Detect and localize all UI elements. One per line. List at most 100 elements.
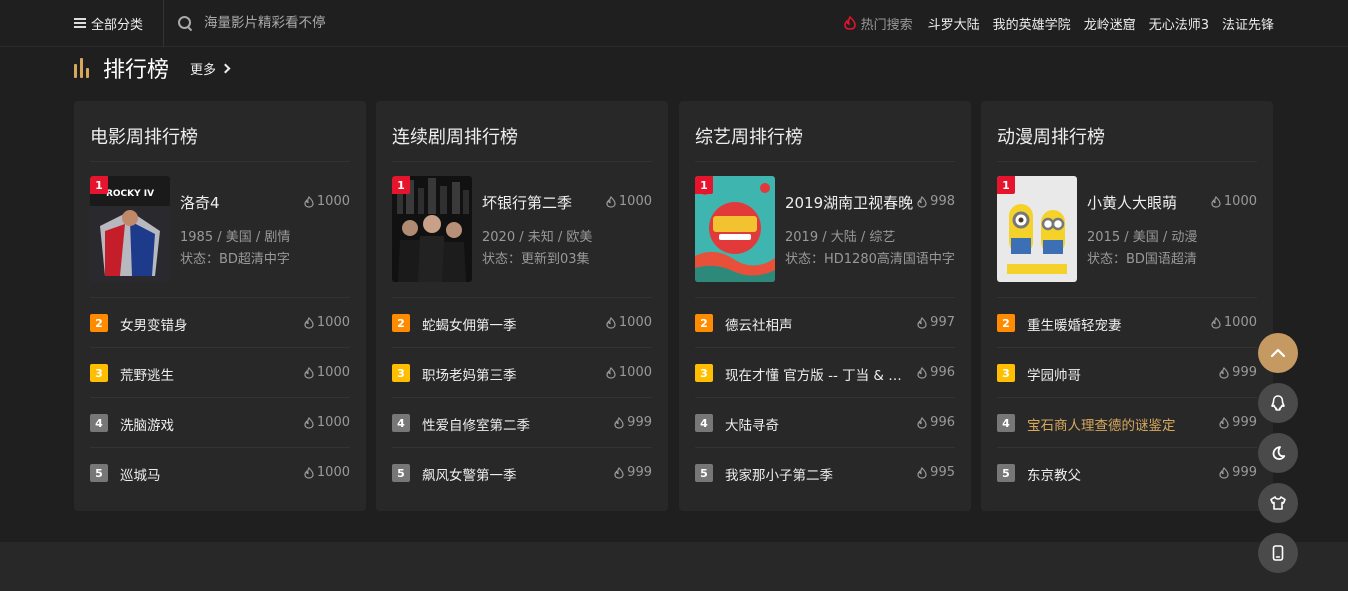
flame-icon (917, 466, 927, 479)
row-title[interactable]: 德云社相声 (725, 314, 905, 334)
row-title[interactable]: 洗脑游戏 (120, 414, 300, 434)
rank-row[interactable]: 2 德云社相声 997 (695, 298, 955, 348)
heat-value: 1000 (316, 365, 350, 380)
row-title[interactable]: 性爱自修室第二季 (422, 414, 602, 434)
heat-count: 999 (1219, 365, 1257, 380)
hot-link[interactable]: 法证先锋 (1222, 14, 1274, 33)
row-title[interactable]: 职场老妈第三季 (422, 364, 602, 384)
rank-row[interactable]: 5 东京教父 999 (997, 448, 1257, 498)
flame-icon (1219, 366, 1229, 379)
hot-search: 热门搜索 斗罗大陆 我的英雄学院 龙岭迷窟 无心法师3 法证先锋 (843, 13, 1274, 33)
row-title[interactable]: 荒野逃生 (120, 364, 300, 384)
top1-title[interactable]: 坏银行第二季 (482, 192, 612, 213)
heat-count: 999 (1219, 415, 1257, 430)
top1-title[interactable]: 小黄人大眼萌 (1087, 192, 1217, 213)
rank-badge: 5 (695, 464, 713, 482)
top1-status: 状态：HD1280高清国语中字 (785, 252, 955, 267)
rank-badge: 3 (392, 364, 410, 382)
row-title[interactable]: 重生暖婚轻宠妻 (1027, 314, 1207, 334)
mobile-button[interactable] (1258, 533, 1298, 573)
top1-item[interactable]: ROCKY IV 1 洛奇4 1000 1985 / 美国 / 剧情 状态：BD… (90, 162, 350, 298)
top1-title[interactable]: 洛奇4 (180, 192, 310, 213)
heat-count: 1000 (1211, 315, 1257, 330)
rank-row[interactable]: 4 洗脑游戏 1000 (90, 398, 350, 448)
rank-row[interactable]: 4 性爱自修室第二季 999 (392, 398, 652, 448)
heat-value: 997 (930, 315, 955, 330)
row-title[interactable]: 巡城马 (120, 464, 300, 484)
rank-badge: 2 (695, 314, 713, 332)
row-title[interactable]: 女男变错身 (120, 314, 300, 334)
menu-icon (74, 18, 86, 28)
search-box[interactable] (178, 13, 438, 33)
heat-value: 1000 (316, 194, 350, 209)
rank-badge: 4 (90, 414, 108, 432)
rank-row[interactable]: 3 现在才懂 官方版 -- 丁当 & 吴克群 996 (695, 348, 955, 398)
rank-row[interactable]: 3 荒野逃生 1000 (90, 348, 350, 398)
poster-image[interactable]: 1 (997, 176, 1077, 282)
top1-meta: 2015 / 美国 / 动漫 (1087, 230, 1198, 245)
rank-badge: 1 (997, 176, 1015, 194)
heat-value: 1000 (1223, 315, 1257, 330)
heat-value: 998 (930, 194, 955, 209)
rank-row[interactable]: 5 巡城马 1000 (90, 448, 350, 498)
heat-count: 1000 (1211, 194, 1257, 209)
poster-image[interactable]: 1 (695, 176, 775, 282)
row-title[interactable]: 现在才懂 官方版 -- 丁当 & 吴克群 (725, 364, 905, 384)
rank-badge: 4 (997, 414, 1015, 432)
rank-row[interactable]: 2 重生暖婚轻宠妻 1000 (997, 298, 1257, 348)
heat-count: 1000 (606, 194, 652, 209)
rank-row[interactable]: 3 职场老妈第三季 1000 (392, 348, 652, 398)
chart-bars-icon (74, 58, 95, 78)
search-input[interactable] (204, 15, 424, 31)
more-label: 更多 (190, 62, 217, 78)
hot-link[interactable]: 我的英雄学院 (993, 14, 1071, 33)
search-icon[interactable] (178, 15, 193, 31)
heat-count: 1000 (304, 415, 350, 430)
flame-icon (1211, 316, 1221, 329)
rank-row[interactable]: 5 飙风女警第一季 999 (392, 448, 652, 498)
row-title[interactable]: 东京教父 (1027, 464, 1207, 484)
top1-status: 状态：更新到03集 (482, 252, 590, 267)
heat-count: 1000 (606, 365, 652, 380)
flame-icon (606, 195, 616, 208)
hot-link[interactable]: 龙岭迷窟 (1084, 14, 1136, 33)
heat-count: 1000 (606, 315, 652, 330)
heat-value: 1000 (316, 465, 350, 480)
top1-item[interactable]: 1 坏银行第二季 1000 2020 / 未知 / 欧美 状态：更新到03集 (392, 162, 652, 298)
hot-link[interactable]: 斗罗大陆 (928, 14, 980, 33)
dark-mode-button[interactable] (1258, 433, 1298, 473)
back-to-top-button[interactable] (1258, 333, 1298, 373)
more-link[interactable]: 更多 (190, 59, 231, 78)
rank-row[interactable]: 4 宝石商人理查德的谜鉴定 999 (997, 398, 1257, 448)
poster-image[interactable]: ROCKY IV 1 (90, 176, 170, 282)
rank-row[interactable]: 4 大陆寻奇 996 (695, 398, 955, 448)
ranking-card-anime: 动漫周排行榜 1 小黄人大眼萌 1000 2015 / 美国 / 动漫 状态：B… (981, 101, 1273, 511)
flame-icon (304, 366, 314, 379)
heat-value: 1000 (316, 315, 350, 330)
rank-row[interactable]: 2 蛇蝎女佣第一季 1000 (392, 298, 652, 348)
top1-meta: 2020 / 未知 / 欧美 (482, 230, 593, 245)
rank-row[interactable]: 2 女男变错身 1000 (90, 298, 350, 348)
heat-value: 1000 (316, 415, 350, 430)
top1-item[interactable]: 1 2019湖南卫视春晚 998 2019 / 大陆 / 综艺 状态：HD128… (695, 162, 955, 298)
poster-image[interactable]: 1 (392, 176, 472, 282)
top1-title[interactable]: 2019湖南卫视春晚 (785, 192, 915, 213)
qq-button[interactable] (1258, 383, 1298, 423)
theme-button[interactable] (1258, 483, 1298, 523)
row-title[interactable]: 蛇蝎女佣第一季 (422, 314, 602, 334)
rank-row[interactable]: 3 学园帅哥 999 (997, 348, 1257, 398)
flame-icon (917, 316, 927, 329)
top1-item[interactable]: 1 小黄人大眼萌 1000 2015 / 美国 / 动漫 状态：BD国语超清 (997, 162, 1257, 298)
rank-badge: 3 (90, 364, 108, 382)
row-title[interactable]: 大陆寻奇 (725, 414, 905, 434)
row-title[interactable]: 学园帅哥 (1027, 364, 1207, 384)
row-title[interactable]: 飙风女警第一季 (422, 464, 602, 484)
flame-icon (917, 195, 927, 208)
rank-row[interactable]: 5 我家那小子第二季 995 (695, 448, 955, 498)
all-categories-button[interactable]: 全部分类 (74, 13, 143, 33)
row-title[interactable]: 宝石商人理查德的谜鉴定 (1027, 414, 1207, 434)
hot-link[interactable]: 无心法师3 (1149, 14, 1209, 33)
top1-meta: 1985 / 美国 / 剧情 (180, 230, 291, 245)
flame-icon (304, 316, 314, 329)
row-title[interactable]: 我家那小子第二季 (725, 464, 905, 484)
